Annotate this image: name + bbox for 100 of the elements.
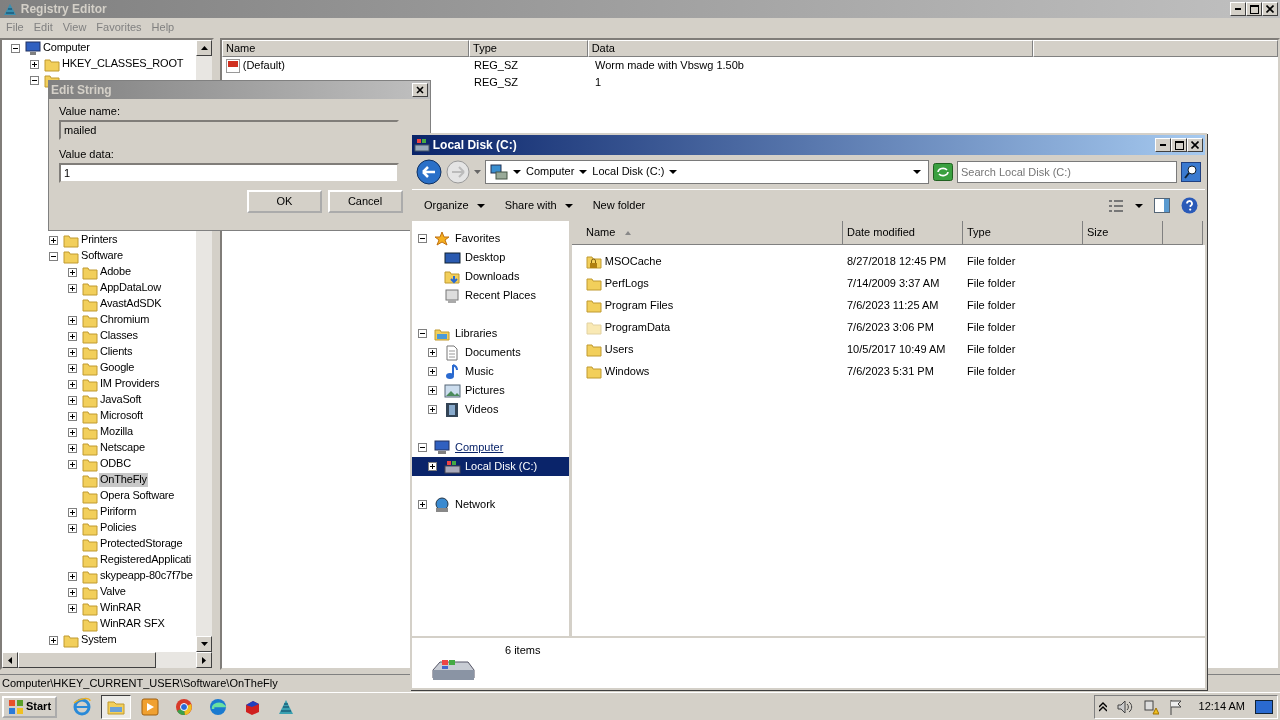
expand-icon[interactable] xyxy=(68,587,77,597)
expand-icon[interactable] xyxy=(68,315,77,325)
tree-item[interactable]: Policies xyxy=(99,521,138,535)
tree-item[interactable]: RegisteredApplicati xyxy=(99,553,192,567)
tree-item[interactable]: Piriform xyxy=(99,505,138,519)
refresh-button[interactable] xyxy=(933,163,953,181)
nav-item[interactable]: Pictures xyxy=(441,381,508,400)
collapse-icon[interactable] xyxy=(49,251,58,261)
close-button[interactable] xyxy=(1262,2,1278,16)
caret-icon[interactable] xyxy=(1135,203,1144,208)
tree-item[interactable]: skypeapp-80c7f7be xyxy=(99,569,194,583)
expand-icon[interactable] xyxy=(68,443,77,453)
network-warning-icon[interactable] xyxy=(1143,698,1159,715)
column-header[interactable]: Name xyxy=(572,221,843,245)
expand-icon[interactable] xyxy=(49,235,58,245)
back-button[interactable] xyxy=(416,159,442,185)
tree-item[interactable]: Computer xyxy=(42,41,91,55)
tree-item[interactable]: Printers xyxy=(80,233,119,247)
file-name[interactable]: MSOCache xyxy=(604,254,662,269)
collapse-icon[interactable] xyxy=(417,329,427,338)
tree-item[interactable]: Valve xyxy=(99,585,127,599)
cancel-button[interactable]: Cancel xyxy=(327,190,403,214)
close-button[interactable] xyxy=(412,83,428,97)
preview-pane-icon[interactable] xyxy=(1154,198,1171,213)
expand-icon[interactable] xyxy=(68,331,77,341)
nav-item[interactable]: Videos xyxy=(441,400,502,419)
tree-item[interactable]: Mozilla xyxy=(99,425,134,439)
caret-icon[interactable] xyxy=(513,170,521,174)
help-icon[interactable] xyxy=(1181,197,1199,214)
column-header[interactable]: Type xyxy=(469,40,588,57)
start-button[interactable]: Start xyxy=(2,695,58,718)
nav-item[interactable]: Desktop xyxy=(441,248,509,267)
nav-item[interactable]: Recent Places xyxy=(441,286,539,305)
expand-icon[interactable] xyxy=(427,367,437,376)
expand-icon[interactable] xyxy=(427,348,437,357)
expand-icon[interactable] xyxy=(68,571,77,581)
collapse-icon[interactable] xyxy=(11,43,20,53)
file-name[interactable]: Windows xyxy=(604,364,650,379)
toolbar-button[interactable]: Share with xyxy=(496,195,581,216)
collapse-icon[interactable] xyxy=(417,234,427,243)
column-header[interactable]: Size xyxy=(1083,221,1163,245)
toolbar-button[interactable]: New folder xyxy=(584,195,654,216)
tree-item[interactable]: Opera Software xyxy=(99,489,176,503)
breadcrumb-item[interactable]: Computer xyxy=(526,165,575,179)
tree-item[interactable]: Classes xyxy=(99,329,139,343)
nav-item[interactable]: Libraries xyxy=(431,324,501,343)
breadcrumb-item[interactable]: Local Disk (C:) xyxy=(592,165,665,179)
expand-icon[interactable] xyxy=(68,283,77,293)
nav-item[interactable]: Computer xyxy=(431,438,507,457)
search-field[interactable]: Search Local Disk (C:) xyxy=(957,161,1177,183)
clock[interactable]: 12:14 AM xyxy=(1198,699,1245,714)
value-name-field[interactable]: mailed xyxy=(59,120,399,141)
maximize-button[interactable] xyxy=(1171,138,1187,152)
tree-item[interactable]: WinRAR SFX xyxy=(99,617,166,631)
tree-item[interactable]: Netscape xyxy=(99,441,146,455)
nav-item[interactable]: Favorites xyxy=(431,229,504,248)
close-button[interactable] xyxy=(1187,138,1203,152)
expand-icon[interactable] xyxy=(417,500,427,509)
expand-icon[interactable] xyxy=(68,395,77,405)
column-header[interactable]: Date modified xyxy=(843,221,963,245)
file-name[interactable]: Program Files xyxy=(604,298,674,313)
expand-icon[interactable] xyxy=(68,411,77,421)
column-header[interactable]: Data xyxy=(587,40,1033,57)
column-header[interactable]: Name xyxy=(222,40,470,57)
scrollbar-thumb[interactable] xyxy=(18,652,156,668)
tree-item[interactable]: OnTheFly xyxy=(99,473,148,487)
expand-icon[interactable] xyxy=(427,462,437,471)
expand-icon[interactable] xyxy=(68,379,77,389)
expand-icon[interactable] xyxy=(68,603,77,613)
expand-icon[interactable] xyxy=(68,523,77,533)
maximize-button[interactable] xyxy=(1246,2,1262,16)
flag-icon[interactable] xyxy=(1169,698,1183,715)
scroll-left-button[interactable] xyxy=(2,652,18,668)
taskbar-button[interactable] xyxy=(100,694,131,719)
chevron-up-icon[interactable] xyxy=(1099,701,1107,712)
tree-item[interactable]: System xyxy=(80,633,118,647)
tree-item[interactable]: Google xyxy=(99,361,136,375)
tree-item[interactable]: Microsoft xyxy=(99,409,144,423)
scroll-up-button[interactable] xyxy=(196,40,212,56)
nav-item[interactable]: Downloads xyxy=(441,267,523,286)
tree-item[interactable]: WinRAR xyxy=(99,601,142,615)
caret-icon[interactable] xyxy=(669,170,678,174)
minimize-button[interactable] xyxy=(1155,138,1171,152)
tree-item[interactable]: AvastAdSDK xyxy=(99,297,163,311)
scroll-down-button[interactable] xyxy=(196,636,212,652)
ok-button[interactable]: OK xyxy=(247,190,322,214)
collapse-icon[interactable] xyxy=(417,443,427,452)
expand-icon[interactable] xyxy=(68,267,77,277)
tree-item[interactable]: AppDataLow xyxy=(99,281,162,295)
expand-icon[interactable] xyxy=(49,635,58,645)
file-name[interactable]: Users xyxy=(604,342,634,357)
view-list-icon[interactable] xyxy=(1108,198,1125,213)
tree-item[interactable]: IM Providers xyxy=(99,377,161,391)
collapse-icon[interactable] xyxy=(30,75,39,85)
column-header[interactable]: Type xyxy=(963,221,1083,245)
nav-item[interactable]: Music xyxy=(441,362,497,381)
search-button[interactable] xyxy=(1181,162,1201,182)
tree-item[interactable]: ODBC xyxy=(99,457,132,471)
expand-icon[interactable] xyxy=(427,405,437,414)
scroll-right-button[interactable] xyxy=(196,652,212,668)
